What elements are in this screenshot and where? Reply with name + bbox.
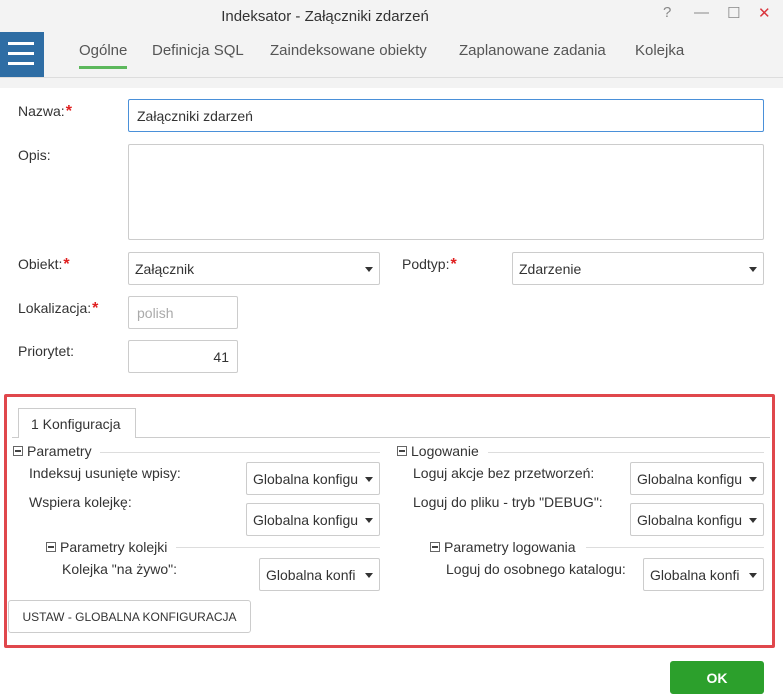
log-file-label: Loguj do pliku - tryb "DEBUG": xyxy=(413,494,603,510)
index-deleted-label: Indeksuj usunięte wpisy: xyxy=(29,465,181,481)
log-noproc-label: Loguj akcje bez przetworzeń: xyxy=(413,465,595,481)
supports-queue-select[interactable]: Globalna konfigu xyxy=(246,503,380,536)
close-icon[interactable]: ✕ xyxy=(758,4,771,22)
description-label: Opis: xyxy=(18,147,51,163)
log-file-select[interactable]: Globalna konfigu xyxy=(630,503,764,536)
index-deleted-select[interactable]: Globalna konfigu xyxy=(246,462,380,495)
name-label: Nazwa:* xyxy=(18,103,72,120)
set-global-config-button[interactable]: USTAW - GLOBALNA KONFIGURACJA xyxy=(8,600,251,633)
tab-zaindeksowane-obiekty[interactable]: Zaindeksowane obiekty xyxy=(270,42,427,65)
tab-kolejka[interactable]: Kolejka xyxy=(635,42,684,65)
object-select-value: Załącznik xyxy=(135,260,195,277)
section-divider xyxy=(100,452,380,453)
chevron-down-icon xyxy=(749,476,757,482)
minimize-icon[interactable]: — xyxy=(694,4,709,21)
subtype-select[interactable]: Zdarzenie xyxy=(512,252,764,285)
logowanie-section-title: Logowanie xyxy=(411,443,479,459)
subtype-select-value: Zdarzenie xyxy=(519,260,582,277)
locale-input: polish xyxy=(128,296,238,329)
log-noproc-select[interactable]: Globalna konfigu xyxy=(630,462,764,495)
object-label: Obiekt:* xyxy=(18,256,70,273)
priority-label: Priorytet: xyxy=(18,343,75,359)
chevron-down-icon xyxy=(749,517,757,523)
chevron-down-icon xyxy=(749,266,757,272)
tab-zaplanowane-zadania[interactable]: Zaplanowane zadania xyxy=(459,42,606,65)
section-divider xyxy=(176,547,380,548)
parametry-section-title: Parametry xyxy=(27,443,92,459)
section-divider xyxy=(488,452,764,453)
log-dir-value: Globalna konfi xyxy=(650,566,740,583)
ok-button[interactable]: OK xyxy=(670,661,764,694)
log-dir-label: Loguj do osobnego katalogu: xyxy=(446,561,626,577)
chevron-down-icon xyxy=(749,572,757,578)
supports-queue-label: Wspiera kolejkę: xyxy=(29,494,132,510)
chevron-down-icon xyxy=(365,476,373,482)
live-queue-label: Kolejka "na żywo": xyxy=(62,561,177,577)
tab-konfiguracja[interactable]: 1 Konfiguracja xyxy=(18,408,136,438)
tabs-divider xyxy=(0,77,783,78)
window-title: Indeksator - Załączniki zdarzeń xyxy=(221,8,429,25)
queue-params-title: Parametry kolejki xyxy=(60,539,168,555)
collapse-parametry-logowania-icon[interactable] xyxy=(430,542,440,552)
description-textarea[interactable] xyxy=(128,144,764,240)
log-file-value: Globalna konfigu xyxy=(637,511,743,528)
collapse-parametry-kolejki-icon[interactable] xyxy=(46,542,56,552)
name-input[interactable]: Załączniki zdarzeń xyxy=(128,99,764,132)
locale-label: Lokalizacja:* xyxy=(18,300,99,317)
object-select[interactable]: Załącznik xyxy=(128,252,380,285)
live-queue-value: Globalna konfi xyxy=(266,566,356,583)
help-icon[interactable]: ? xyxy=(663,4,671,21)
subtype-label: Podtyp:* xyxy=(402,256,457,273)
live-queue-select[interactable]: Globalna konfi xyxy=(259,558,380,591)
log-noproc-value: Globalna konfigu xyxy=(637,470,743,487)
log-dir-select[interactable]: Globalna konfi xyxy=(643,558,764,591)
chevron-down-icon xyxy=(365,517,373,523)
chevron-down-icon xyxy=(365,266,373,272)
log-params-title: Parametry logowania xyxy=(444,539,576,555)
collapse-logowanie-icon[interactable] xyxy=(397,446,407,456)
section-divider xyxy=(586,547,764,548)
tab-definicja-sql[interactable]: Definicja SQL xyxy=(152,42,244,65)
supports-queue-value: Globalna konfigu xyxy=(253,511,359,528)
priority-input[interactable]: 41 xyxy=(128,340,238,373)
chevron-down-icon xyxy=(365,572,373,578)
tab-ogolne[interactable]: Ogólne xyxy=(79,42,128,69)
index-deleted-value: Globalna konfigu xyxy=(253,470,359,487)
maximize-icon[interactable]: ☐ xyxy=(727,4,740,22)
title-bar: Indeksator - Załączniki zdarzeń ? — ☐ ✕ xyxy=(0,0,783,34)
collapse-parametry-icon[interactable] xyxy=(13,446,23,456)
menu-icon[interactable] xyxy=(0,32,44,77)
